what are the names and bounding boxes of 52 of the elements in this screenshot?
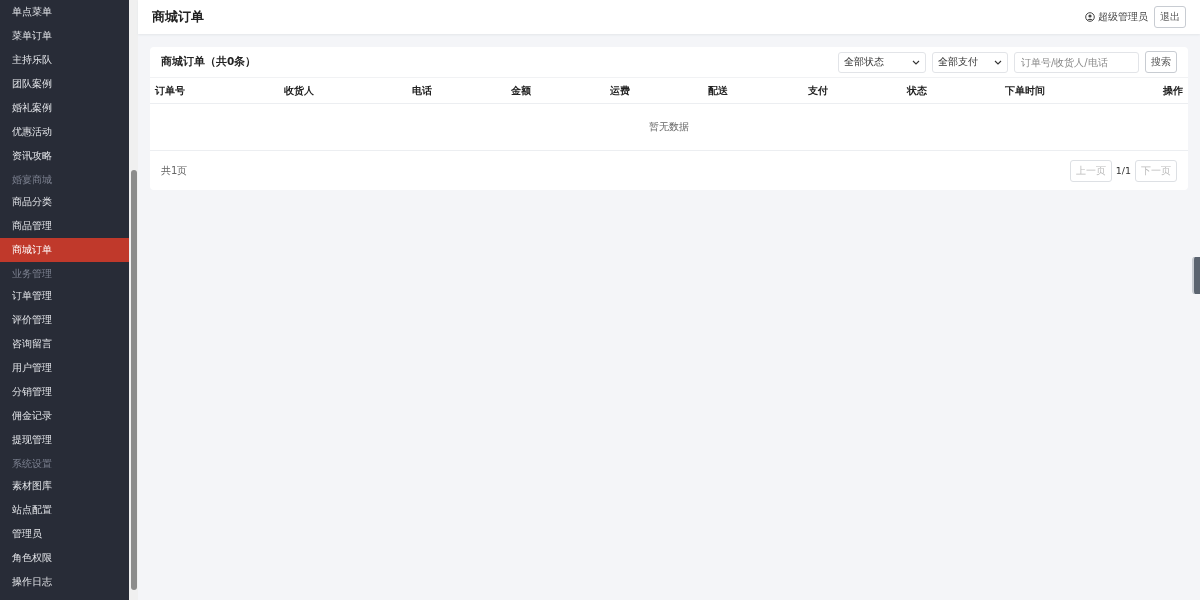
card-title: 商城订单（共0条）	[161, 55, 258, 69]
sidebar-item[interactable]: 佣金记录	[0, 404, 129, 428]
column-header: 金额	[506, 77, 605, 104]
column-header: 收货人	[278, 77, 408, 104]
sidebar-item[interactable]: 单点菜单	[0, 0, 129, 24]
column-header: 状态	[901, 77, 1001, 104]
sidebar-item[interactable]: 团队案例	[0, 72, 129, 96]
floating-side-tab[interactable]	[1192, 257, 1200, 294]
scrollbar-thumb[interactable]	[130, 170, 137, 590]
sidebar-item[interactable]: 评价管理	[0, 308, 129, 332]
empty-message: 暂无数据	[150, 103, 1188, 151]
sidebar-item[interactable]: 商品分类	[0, 190, 129, 214]
search-field[interactable]: 订单号/收货人/电话	[1014, 51, 1139, 73]
sidebar-item[interactable]: 分销管理	[0, 380, 129, 404]
search-button[interactable]: 搜索	[1145, 51, 1177, 73]
column-header: 电话	[407, 77, 507, 104]
column-header: 下单时间	[1000, 77, 1158, 104]
sidebar-item[interactable]: 角色权限	[0, 546, 129, 570]
sidebar-group-label: 婚宴商城	[11, 173, 53, 187]
sidebar-group-label: 系统设置	[11, 457, 53, 471]
page-count: 共1页	[161, 163, 189, 178]
sidebar-item[interactable]: 站点配置	[0, 498, 129, 522]
column-header: 订单号	[150, 77, 279, 104]
sidebar-item[interactable]: 商品管理	[0, 214, 129, 238]
column-header: 支付	[802, 77, 902, 104]
user-icon	[1085, 12, 1095, 22]
sidebar-item[interactable]: 主持乐队	[0, 48, 129, 72]
sidebar-item[interactable]: 菜单订单	[0, 24, 129, 48]
logout-button[interactable]: 退出	[1154, 6, 1186, 28]
page-indicator: 1/1	[1115, 165, 1131, 176]
user-name[interactable]: 超级管理员	[1098, 10, 1148, 24]
sidebar-item[interactable]: 素材图库	[0, 474, 129, 498]
column-header: 操作	[1158, 77, 1188, 104]
filter-dropdown[interactable]: 全部支付	[932, 51, 1008, 73]
sidebar-group-label: 业务管理	[11, 267, 53, 281]
sidebar-item[interactable]: 用户管理	[0, 356, 129, 380]
column-header: 配送	[703, 77, 803, 104]
page-title: 商城订单	[152, 8, 205, 26]
filter-dropdown[interactable]: 全部状态	[838, 51, 926, 73]
sidebar-item[interactable]: 订单管理	[0, 284, 129, 308]
sidebar-item[interactable]: 操作日志	[0, 570, 129, 594]
column-header: 运费	[604, 77, 704, 104]
sidebar-item[interactable]: 管理员	[0, 522, 129, 546]
sidebar-item[interactable]: 商城订单	[0, 238, 129, 262]
sidebar-item[interactable]: 咨询留言	[0, 332, 129, 356]
chevron-down-icon	[994, 59, 1002, 65]
scrollbar[interactable]	[129, 0, 138, 600]
chevron-down-icon	[912, 59, 920, 65]
sidebar-item[interactable]: 婚礼案例	[0, 96, 129, 120]
sidebar-item[interactable]: 优惠活动	[0, 120, 129, 144]
sidebar-item[interactable]: 提现管理	[0, 428, 129, 452]
sidebar-item[interactable]: 资讯攻略	[0, 144, 129, 168]
